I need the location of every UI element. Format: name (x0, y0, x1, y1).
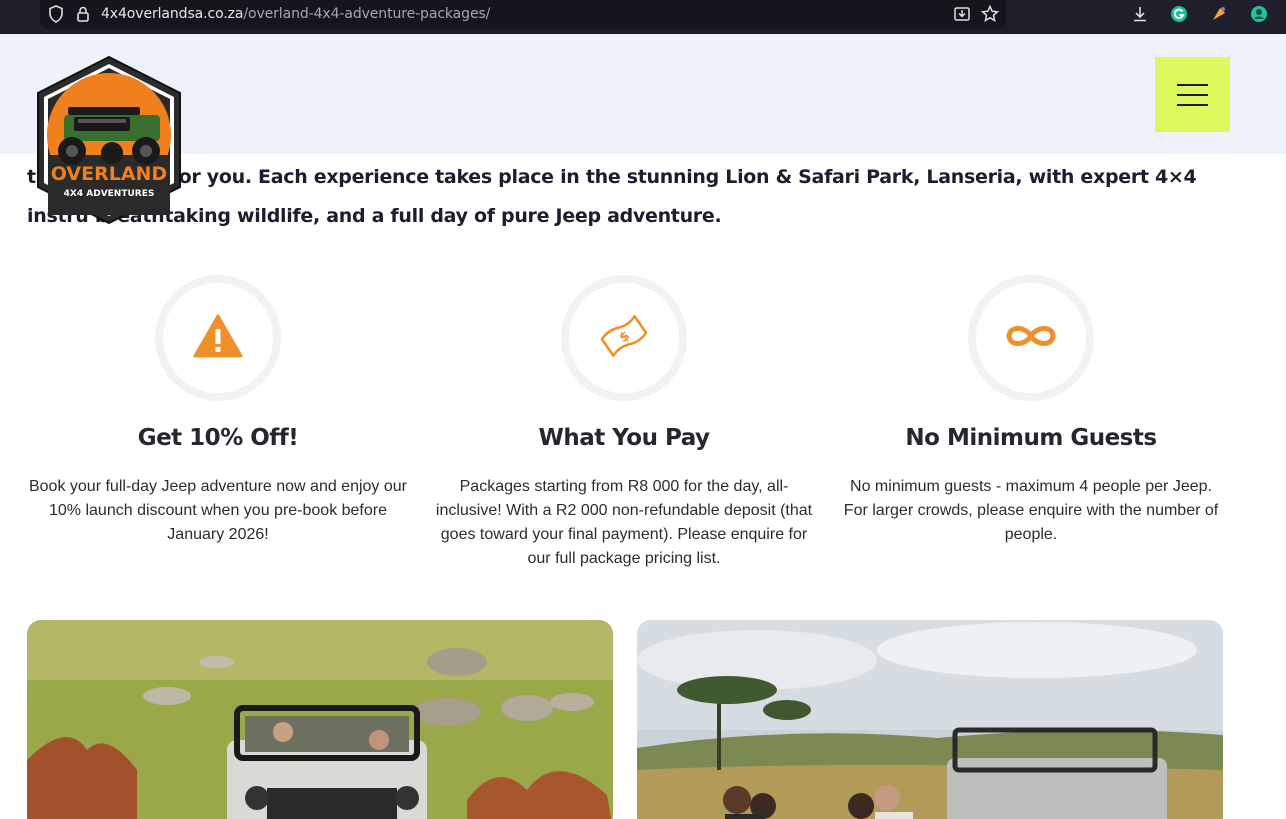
intro-text: t age waiting for you. Each experience t… (27, 166, 1197, 227)
shield-icon[interactable] (46, 4, 66, 24)
profile-extension-icon[interactable] (1249, 4, 1269, 24)
feature-text: Book your full-day Jeep adventure now an… (28, 478, 407, 543)
browser-toolbar: 4x4overlandsa.co.za/overland-4x4-adventu… (0, 0, 1286, 34)
feature-title: What You Pay (538, 425, 710, 451)
url-path: /overland-4x4-adventure-packages/ (243, 6, 491, 22)
bookmark-star-icon[interactable] (980, 4, 1000, 24)
feature-icon-circle: $ (561, 275, 687, 401)
install-app-icon[interactable] (952, 4, 972, 24)
extension-icon[interactable] (1209, 4, 1229, 24)
feature-title: No Minimum Guests (905, 425, 1157, 451)
menu-line (1177, 104, 1208, 106)
grammarly-extension-icon[interactable] (1169, 4, 1189, 24)
feature-icon-circle (968, 275, 1094, 401)
hamburger-menu-button[interactable] (1155, 57, 1230, 132)
lock-icon[interactable] (73, 4, 93, 24)
warning-icon (193, 314, 243, 363)
feature-text: No minimum guests - maximum 4 people per… (843, 478, 1219, 543)
downloads-icon[interactable] (1130, 4, 1150, 24)
logo-tagline: 4X4 ADVENTURES (64, 189, 155, 199)
logo-name: OVERLAND (51, 163, 167, 185)
money-icon: $ (596, 308, 652, 369)
site-header (0, 34, 1286, 154)
infinity-icon (1004, 321, 1058, 356)
menu-line (1177, 94, 1208, 96)
jeep-mud-photo (27, 620, 613, 819)
menu-line (1177, 84, 1208, 86)
url-domain: 4x4overlandsa.co.za (101, 6, 244, 22)
feature-title: Get 10% Off! (137, 425, 299, 451)
address-bar[interactable]: 4x4overlandsa.co.za/overland-4x4-adventu… (40, 0, 1006, 29)
site-logo[interactable]: OVERLAND 4X4 ADVENTURES (30, 55, 188, 225)
safari-guests-photo (637, 620, 1223, 819)
feature-text: Packages starting from R8 000 for the da… (435, 478, 813, 567)
url-text[interactable]: 4x4overlandsa.co.za/overland-4x4-adventu… (101, 6, 490, 22)
feature-icon-circle (155, 275, 281, 401)
